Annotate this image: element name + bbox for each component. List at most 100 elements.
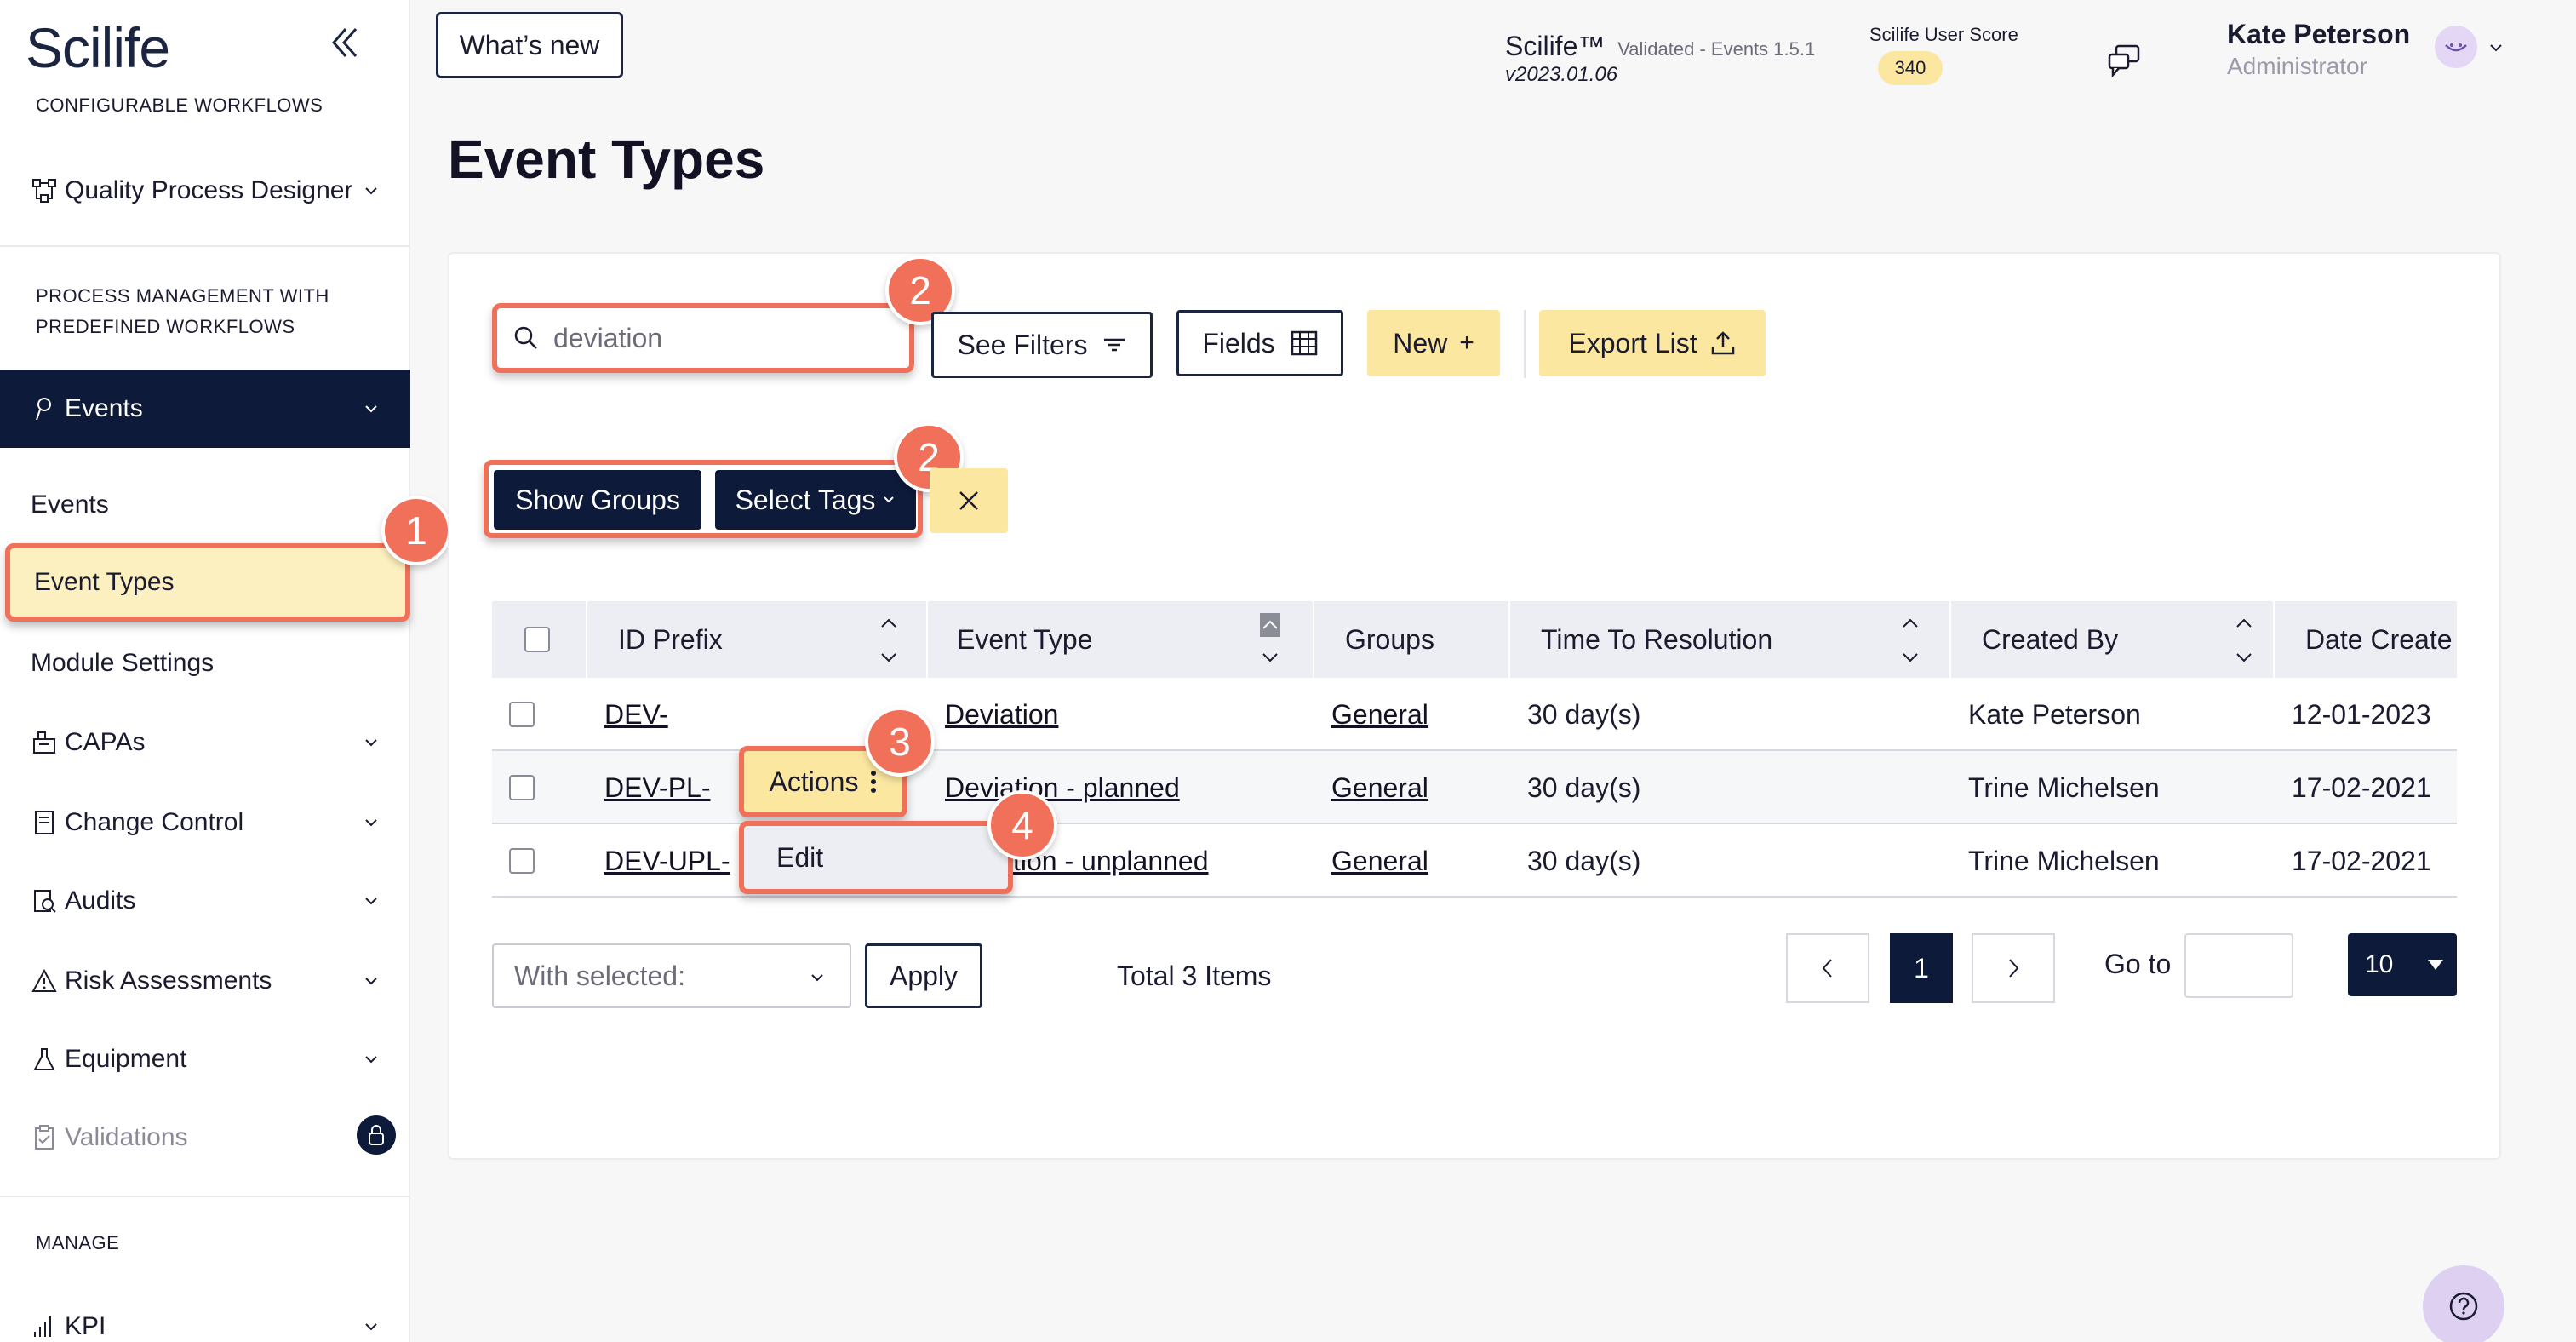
callout-badge: 4 (987, 790, 1057, 860)
pin-icon (29, 396, 60, 422)
select-tags-dropdown[interactable]: Select Tags (715, 470, 916, 530)
column-header-created-by[interactable]: Created By (1982, 601, 2118, 678)
go-to-label: Go to (2104, 949, 2172, 979)
previous-page-button[interactable] (1786, 933, 1869, 1003)
sidebar-item-capas[interactable]: CAPAs (0, 708, 410, 777)
brand-name: Scilife™ Validated - Events 1.5.1 (1505, 31, 1815, 62)
sidebar-item-label: Audits (65, 886, 136, 915)
id-prefix-link[interactable]: DEV-UPL- (604, 824, 730, 898)
workflow-icon (29, 175, 60, 206)
collapse-sidebar-icon[interactable] (327, 24, 364, 61)
row-checkbox[interactable] (509, 702, 535, 727)
scilife-logo[interactable]: Scilife (26, 15, 170, 80)
sort-icon[interactable] (1900, 613, 1921, 668)
column-separator (2273, 601, 2275, 678)
sort-icon[interactable] (1260, 613, 1280, 668)
search-icon (514, 326, 537, 349)
id-prefix-link[interactable]: DEV- (604, 678, 668, 751)
sidebar-item-validations[interactable]: Validations (0, 1104, 410, 1172)
edit-menu-item[interactable]: Edit (739, 821, 1013, 894)
fields-button[interactable]: Fields (1176, 310, 1343, 376)
created-by-cell: Kate Peterson (1968, 698, 2141, 730)
column-separator (1949, 601, 1951, 678)
chevron-down-icon (884, 496, 895, 503)
sidebar-subitem-module-settings[interactable]: Module Settings (31, 649, 214, 678)
event-type-link[interactable]: Deviation (945, 678, 1058, 751)
page-size-select[interactable]: 10 (2348, 933, 2457, 996)
sidebar-item-label: Risk Assessments (65, 966, 272, 995)
search-value: deviation (553, 322, 663, 353)
see-filters-label: See Filters (957, 329, 1088, 360)
go-to-page-input[interactable] (2184, 933, 2293, 998)
next-page-button[interactable] (1972, 933, 2055, 1003)
select-all-checkbox[interactable] (524, 627, 550, 652)
plus-icon: + (1459, 329, 1474, 357)
page-number-button[interactable]: 1 (1890, 933, 1953, 1003)
sidebar-item-quality-process-designer[interactable]: Quality Process Designer (0, 157, 410, 225)
apply-button[interactable]: Apply (865, 943, 982, 1008)
sidebar-item-kpi[interactable]: KPI (0, 1293, 410, 1342)
sidebar-item-equipment[interactable]: Equipment (0, 1025, 410, 1093)
new-label: New (1393, 327, 1448, 358)
whats-new-button[interactable]: What’s new (436, 12, 623, 78)
groups-link[interactable]: General (1331, 824, 1428, 898)
chevron-down-icon (365, 1056, 377, 1064)
sidebar-item-events[interactable]: Events (0, 370, 410, 448)
event-type-link[interactable]: Deviation - planned (945, 751, 1180, 824)
chevron-down-icon (365, 819, 377, 827)
groups-link[interactable]: General (1331, 751, 1428, 824)
sidebar-item-change-control[interactable]: Change Control (0, 789, 410, 857)
help-button[interactable] (2423, 1265, 2504, 1342)
chat-icon[interactable] (2104, 41, 2144, 80)
column-header-date-created[interactable]: Date Create (2305, 601, 2457, 678)
chevron-down-icon[interactable] (2487, 39, 2504, 56)
document-icon (29, 807, 60, 838)
sort-icon[interactable] (2234, 613, 2254, 668)
sidebar-item-label: Change Control (65, 808, 244, 836)
flask-icon (29, 1044, 60, 1075)
sidebar-item-risk-assessments[interactable]: Risk Assessments (0, 947, 410, 1015)
chevron-down-icon (365, 187, 377, 195)
close-icon (959, 491, 978, 510)
created-by-cell: Trine Michelsen (1968, 845, 2160, 876)
user-score-badge: 340 (1878, 51, 1943, 85)
chevron-down-icon (365, 1323, 377, 1331)
sidebar-subitem-event-types[interactable]: Event Types (5, 543, 410, 622)
time-to-resolution-cell: 30 day(s) (1527, 845, 1641, 876)
column-separator (1313, 601, 1314, 678)
user-role: Administrator (2227, 53, 2367, 79)
row-checkbox[interactable] (509, 848, 535, 874)
sidebar-item-audits[interactable]: Audits (0, 867, 410, 935)
new-button[interactable]: New + (1367, 310, 1500, 376)
chevron-down-icon (811, 974, 823, 982)
created-by-cell: Trine Michelsen (1968, 771, 2160, 803)
brand-validated: Validated - Events 1.5.1 (1617, 38, 1816, 60)
id-prefix-link[interactable]: DEV-PL- (604, 751, 710, 824)
time-to-resolution-cell: 30 day(s) (1527, 698, 1641, 730)
table-icon (1291, 330, 1317, 356)
row-checkbox[interactable] (509, 775, 535, 800)
page-size-value: 10 (2365, 950, 2394, 978)
clear-tags-button[interactable] (930, 468, 1008, 533)
section-configurable-workflows: CONFIGURABLE WORKFLOWS (36, 95, 323, 116)
warning-icon (29, 966, 60, 996)
sort-icon[interactable] (879, 613, 899, 668)
avatar[interactable] (2435, 26, 2477, 68)
search-input[interactable]: deviation (492, 303, 914, 373)
groups-link[interactable]: General (1331, 678, 1428, 751)
column-header-groups[interactable]: Groups (1345, 601, 1434, 678)
user-name[interactable]: Kate Peterson (2227, 19, 2410, 50)
column-header-id-prefix[interactable]: ID Prefix (618, 601, 723, 678)
column-separator (926, 601, 928, 678)
sidebar-subitem-events[interactable]: Events (31, 490, 109, 519)
bulk-action-select[interactable]: With selected: (492, 943, 851, 1008)
column-header-event-type[interactable]: Event Type (957, 601, 1093, 678)
see-filters-button[interactable]: See Filters (931, 312, 1153, 378)
brand-title: Scilife™ (1505, 31, 1606, 61)
column-header-time-to-resolution[interactable]: Time To Resolution (1541, 601, 1772, 678)
export-list-button[interactable]: Export List (1539, 310, 1766, 376)
date-created-cell: 12-01-2023 (2292, 698, 2431, 730)
show-groups-button[interactable]: Show Groups (494, 470, 701, 530)
chevron-right-icon (2009, 959, 2019, 978)
upload-icon (1711, 331, 1734, 355)
